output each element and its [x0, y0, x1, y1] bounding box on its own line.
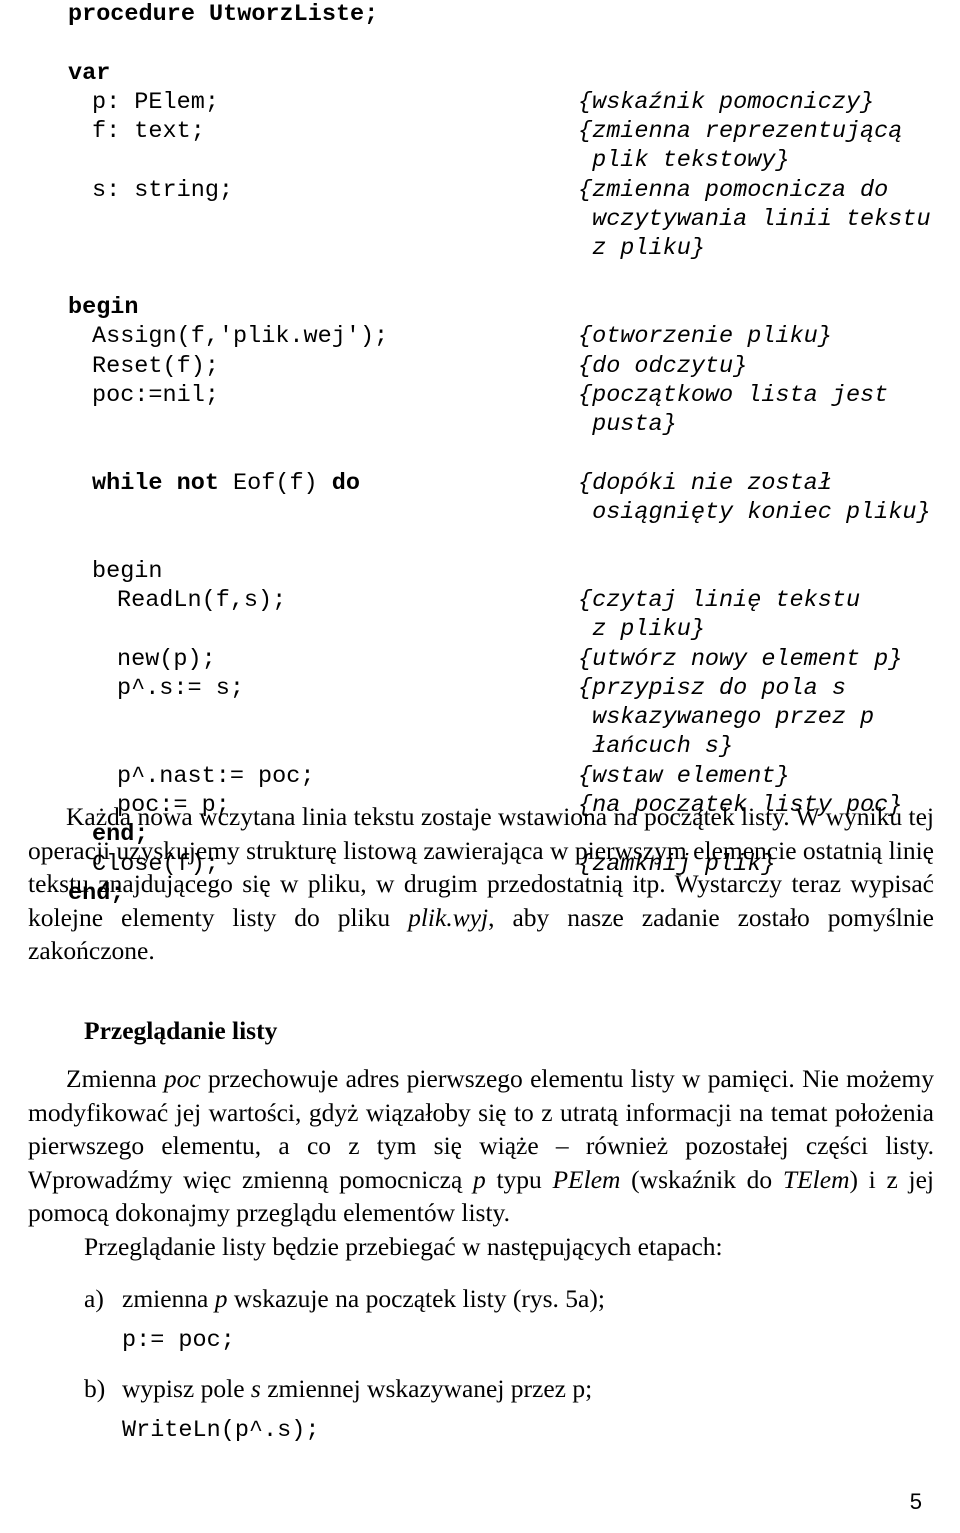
code-comment: plik tekstowy} [578, 147, 790, 175]
code-row: z pliku} [0, 234, 960, 263]
code-comment: {początkowo lista jest [578, 381, 889, 409]
code-comment: osiągnięty koniec pliku} [578, 499, 931, 527]
code-text: p^.s:= s; [117, 674, 244, 702]
code-text: begin [68, 293, 139, 321]
list-marker-b: b) [84, 1374, 106, 1403]
code-row: p^.nast:= poc; {wstaw element} [0, 762, 960, 791]
code-comment: {przypisz do pola s [578, 674, 846, 702]
p2-text-a: Zmienna [66, 1064, 164, 1093]
keyword-while-not: while not [92, 469, 234, 497]
code-comment: {zmienna reprezentującą [578, 118, 903, 146]
code-row: łańcuch s} [0, 732, 960, 761]
code-text: Reset(f); [92, 352, 219, 380]
code-comment: {otworzenie pliku} [578, 323, 832, 351]
var-poc-italic: poc [163, 1064, 201, 1093]
code-text: ReadLn(f,s); [117, 586, 287, 614]
code-comment: pusta} [578, 411, 677, 439]
p2-text-d: (wskaźnik do [620, 1164, 783, 1194]
code-comment: {czytaj linię tekstu [578, 586, 861, 614]
code-comment: {wskaźnik pomocniczy} [578, 88, 875, 116]
page-number: 5 [909, 1489, 922, 1514]
code-row: pusta} [0, 410, 960, 439]
steps-intro-line: Przeglądanie listy będzie przebiegać w n… [84, 1232, 723, 1261]
code-text: Assign(f,'plik.wej'); [92, 323, 389, 351]
code-expr: Eof(f) [233, 469, 332, 497]
code-row [0, 264, 960, 293]
list-item: b) wypisz pole s zmiennej wskazywanej prz… [84, 1372, 592, 1406]
code-text: p: PElem; [92, 88, 219, 116]
code-comment: {zmienna pomocnicza do [578, 176, 889, 204]
code-text: begin [92, 557, 163, 585]
code-row: begin [0, 293, 960, 322]
code-row: wczytywania linii tekstu [0, 205, 960, 234]
step-a-text-b: wskazuje na początek listy (rys. 5a); [227, 1284, 605, 1313]
paragraph-poc-variable-explanation: Zmienna poc przechowuje adres pierwszego… [28, 1062, 934, 1230]
code-text: new(p); [117, 645, 216, 673]
code-text: p^.nast:= poc; [117, 762, 315, 790]
code-row: z pliku} [0, 615, 960, 644]
code-text: var [68, 59, 111, 87]
code-comment: wskazywanego przez p [578, 704, 875, 732]
filename-italic: plik.wyj [408, 902, 489, 932]
code-row: p^.s:= s; {przypisz do pola s [0, 674, 960, 703]
step-b-code: WriteLn(p^.s); [122, 1417, 320, 1444]
pascal-code-listing: procedure UtworzListe; var p: PElem; {ws… [0, 0, 960, 908]
code-comment: {utwórz nowy element p} [578, 645, 903, 673]
code-comment: {dopóki nie został [578, 469, 832, 497]
code-row: var [0, 59, 960, 88]
code-row: procedure UtworzListe; [0, 0, 960, 29]
code-text: poc:=nil; [92, 381, 219, 409]
code-text: s: string; [92, 176, 234, 204]
step-b-text-b: zmiennej wskazywanej przez p; [260, 1374, 593, 1403]
code-comment: łańcuch s} [578, 733, 734, 761]
section-heading-przegladanie-listy: Przeglądanie listy [84, 1016, 278, 1045]
code-row: poc:=nil; {początkowo lista jest [0, 381, 960, 410]
code-row: new(p); {utwórz nowy element p} [0, 645, 960, 674]
code-row: s: string; {zmienna pomocnicza do [0, 176, 960, 205]
code-row: Reset(f); {do odczytu} [0, 352, 960, 381]
keyword-do: do [331, 469, 360, 497]
code-row [0, 527, 960, 556]
step-b-field-s-italic: s [250, 1374, 261, 1403]
code-row: plik tekstowy} [0, 146, 960, 175]
code-row: osiągnięty koniec pliku} [0, 498, 960, 527]
code-text: while not Eof(f) do [92, 469, 360, 498]
step-a-text-a: zmienna [122, 1284, 215, 1313]
step-b-text-a: wypisz pole [122, 1374, 251, 1403]
code-comment: z pliku} [578, 235, 705, 263]
code-row: wskazywanego przez p [0, 703, 960, 732]
code-row [0, 439, 960, 468]
code-row: ReadLn(f,s); {czytaj linię tekstu [0, 586, 960, 615]
document-page: procedure UtworzListe; var p: PElem; {ws… [0, 0, 960, 1533]
list-item: a) zmienna p wskazuje na początek listy (… [84, 1282, 605, 1316]
p2-text-c: typu [485, 1164, 553, 1194]
code-row: f: text; {zmienna reprezentującą [0, 117, 960, 146]
type-telem-italic: TElem [782, 1164, 850, 1194]
code-row: while not Eof(f) do {dopóki nie został [0, 469, 960, 498]
code-comment: wczytywania linii tekstu [578, 206, 931, 234]
code-comment: {do odczytu} [578, 352, 748, 380]
code-row: begin [0, 557, 960, 586]
code-row: p: PElem; {wskaźnik pomocniczy} [0, 88, 960, 117]
code-row [0, 29, 960, 58]
step-a-var-p-italic: p [214, 1284, 228, 1313]
code-comment: z pliku} [578, 616, 705, 644]
code-text: f: text; [92, 118, 205, 146]
type-pelem-italic: PElem [552, 1164, 621, 1194]
var-p-italic: p [472, 1164, 486, 1194]
code-comment: {wstaw element} [578, 762, 790, 790]
code-text: procedure UtworzListe; [68, 1, 379, 28]
paragraph-insertion-explanation: Każda nowa wczytana linia tekstu zostaje… [28, 800, 934, 968]
step-a-code: p:= poc; [122, 1327, 235, 1354]
list-marker-a: a) [84, 1284, 104, 1313]
code-row: Assign(f,'plik.wej'); {otworzenie pliku} [0, 322, 960, 351]
